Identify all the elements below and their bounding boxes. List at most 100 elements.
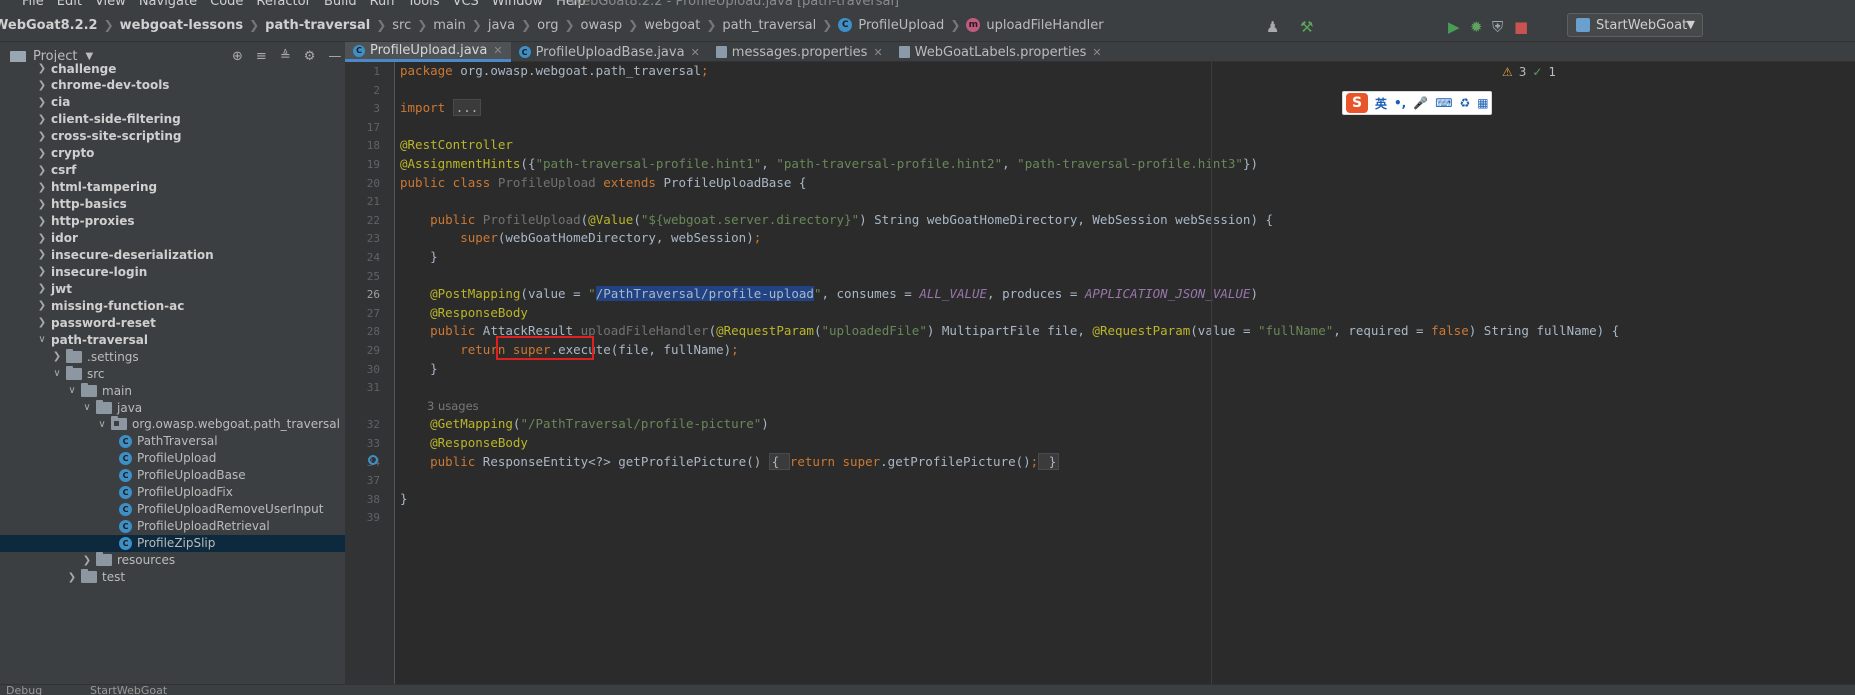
chevron-down-icon[interactable]: ∨ — [66, 385, 78, 396]
microphone-icon[interactable]: 🎤 — [1413, 96, 1428, 110]
chevron-down-icon[interactable]: ∨ — [81, 402, 93, 413]
breadcrumb-item[interactable]: m uploadFileHandler — [966, 18, 1104, 33]
chevron-right-icon[interactable]: ❯ — [36, 148, 48, 159]
tree-item[interactable]: C ProfileUploadFix — [0, 484, 345, 501]
skin-icon[interactable]: ♻ — [1460, 96, 1471, 110]
tree-item[interactable]: ❯ html-tampering — [0, 179, 345, 196]
tree-item[interactable]: ∨ path-traversal — [0, 331, 345, 348]
chevron-right-icon[interactable]: ❯ — [66, 572, 78, 583]
code-line[interactable]: @PostMapping(value = "/PathTraversal/pro… — [400, 284, 1258, 303]
chevron-right-icon[interactable]: ❯ — [36, 199, 48, 210]
tree-item[interactable]: ❯ chrome-dev-tools — [0, 77, 345, 94]
tree-item[interactable]: ❯ http-basics — [0, 196, 345, 213]
tree-item[interactable]: ❯ cia — [0, 94, 345, 111]
tree-item[interactable]: ∨ java — [0, 399, 345, 416]
code-line[interactable]: @ResponseBody — [400, 303, 528, 322]
stop-icon[interactable]: ■ — [1514, 18, 1528, 36]
chevron-right-icon[interactable]: ❯ — [81, 555, 93, 566]
grid-icon[interactable]: ▦ — [1477, 96, 1488, 110]
code-line[interactable]: @RestController — [400, 135, 513, 154]
chevron-right-icon[interactable]: ❯ — [36, 283, 48, 294]
tree-item[interactable]: ∨ main — [0, 382, 345, 399]
tree-item[interactable]: C ProfileUploadRemoveUserInput — [0, 501, 345, 518]
usages-hint[interactable]: 3 usages — [427, 399, 479, 413]
code-line[interactable]: @AssignmentHints({"path-traversal-profil… — [400, 154, 1258, 173]
inspection-widget[interactable]: ⚠ 3 ✓ 1 — [1502, 65, 1556, 79]
tree-item[interactable]: ❯ http-proxies — [0, 213, 345, 230]
tree-item[interactable]: ❯ insecure-login — [0, 263, 345, 280]
code-line[interactable]: } — [400, 489, 408, 508]
implementation-gutter-icon[interactable] — [368, 455, 378, 465]
menu-item-window[interactable]: Window — [492, 0, 543, 8]
breadcrumb-item[interactable]: owasp — [581, 18, 623, 33]
editor-tab[interactable]: WebGoatLabels.properties ✕ — [891, 42, 1110, 62]
breadcrumb-item[interactable]: webgoat — [644, 18, 700, 33]
chevron-right-icon[interactable]: ❯ — [36, 266, 48, 277]
chevron-right-icon[interactable]: ❯ — [51, 351, 63, 362]
tree-item[interactable]: ❯ idor — [0, 230, 345, 247]
menu-item-edit[interactable]: Edit — [57, 0, 82, 8]
ime-language[interactable]: 英 — [1375, 95, 1387, 112]
breadcrumb-item[interactable]: java — [488, 18, 515, 33]
ime-toolbar[interactable]: S 英 •, 🎤 ⌨ ♻ ▦ — [1342, 91, 1492, 115]
tree-item[interactable]: ∨ org.owasp.webgoat.path_traversal — [0, 416, 345, 433]
run-configuration-select[interactable]: StartWebGoat ▼ — [1567, 13, 1703, 37]
menu-item-navigate[interactable]: Navigate — [139, 0, 197, 8]
menu-item-vcs[interactable]: VCS — [453, 0, 479, 8]
close-icon[interactable]: ✕ — [691, 46, 700, 59]
tree-item[interactable]: C PathTraversal — [0, 433, 345, 450]
breadcrumb-item[interactable]: WebGoat8.2.2 — [0, 18, 98, 33]
code-line[interactable]: public ProfileUpload(@Value("${webgoat.s… — [400, 210, 1273, 229]
breadcrumb-item[interactable]: src — [392, 18, 411, 33]
breadcrumb-item[interactable]: webgoat-lessons — [120, 18, 243, 33]
code-line[interactable]: @GetMapping("/PathTraversal/profile-pict… — [400, 414, 769, 433]
chevron-down-icon[interactable]: ▼ — [85, 51, 93, 62]
close-icon[interactable]: ✕ — [1092, 46, 1101, 59]
tree-item[interactable]: ❯ cross-site-scripting — [0, 128, 345, 145]
debug-tab[interactable]: Debug — [6, 685, 42, 695]
run-icon[interactable]: ▶ — [1448, 18, 1460, 36]
tree-item[interactable]: ❯ resources — [0, 552, 345, 569]
coverage-icon[interactable]: ⛨ — [1492, 18, 1503, 36]
tree-item[interactable]: ❯ client-side-filtering — [0, 111, 345, 128]
chevron-right-icon[interactable]: ❯ — [36, 233, 48, 244]
menu-item-run[interactable]: Run — [370, 0, 395, 8]
chevron-right-icon[interactable]: ❯ — [36, 249, 48, 260]
tree-item[interactable]: C ProfileUpload — [0, 450, 345, 467]
tree-item[interactable]: ❯ crypto — [0, 145, 345, 162]
chevron-right-icon[interactable]: ❯ — [36, 63, 48, 74]
hammer-icon[interactable]: ⚒ — [1300, 18, 1313, 36]
code-line[interactable]: package org.owasp.webgoat.path_traversal… — [400, 62, 709, 80]
code-line[interactable]: super(webGoatHomeDirectory, webSession); — [400, 228, 761, 247]
editor-tab[interactable]: C ProfileUploadBase.java ✕ — [511, 42, 708, 62]
tree-item[interactable]: ❯ password-reset — [0, 314, 345, 331]
debug-icon[interactable]: ✹ — [1470, 18, 1483, 36]
code-line[interactable]: } — [400, 359, 438, 378]
chevron-right-icon[interactable]: ❯ — [36, 97, 48, 108]
close-icon[interactable]: ✕ — [493, 44, 502, 57]
code-line[interactable]: 3 usages — [400, 396, 479, 415]
menu-item-file[interactable]: File — [22, 0, 44, 8]
menu-item-code[interactable]: Code — [210, 0, 243, 8]
chevron-right-icon[interactable]: ❯ — [36, 182, 48, 193]
editor-tab[interactable]: messages.properties ✕ — [708, 42, 891, 62]
tree-item[interactable]: ❯ jwt — [0, 280, 345, 297]
chevron-right-icon[interactable]: ❯ — [36, 131, 48, 142]
breadcrumb-item[interactable]: path-traversal — [265, 18, 370, 33]
tree-item[interactable]: ❯ challenge — [0, 62, 345, 77]
breadcrumb-item[interactable]: org — [537, 18, 558, 33]
tree-item[interactable]: C ProfileUploadRetrieval — [0, 518, 345, 535]
code-line[interactable]: import ... — [400, 98, 482, 117]
chevron-down-icon[interactable]: ∨ — [51, 368, 63, 379]
keyboard-icon[interactable]: ⌨ — [1435, 96, 1452, 110]
close-icon[interactable]: ✕ — [873, 46, 882, 59]
chevron-right-icon[interactable]: ❯ — [36, 300, 48, 311]
chevron-down-icon[interactable]: ∨ — [36, 334, 48, 345]
tree-item[interactable]: ❯ missing-function-ac — [0, 297, 345, 314]
chevron-right-icon[interactable]: ❯ — [36, 114, 48, 125]
code-line[interactable]: } — [400, 247, 438, 266]
chevron-down-icon[interactable]: ∨ — [96, 419, 108, 430]
chevron-right-icon[interactable]: ❯ — [36, 216, 48, 227]
breadcrumb-item[interactable]: main — [433, 18, 465, 33]
tree-item[interactable]: ❯ .settings — [0, 348, 345, 365]
